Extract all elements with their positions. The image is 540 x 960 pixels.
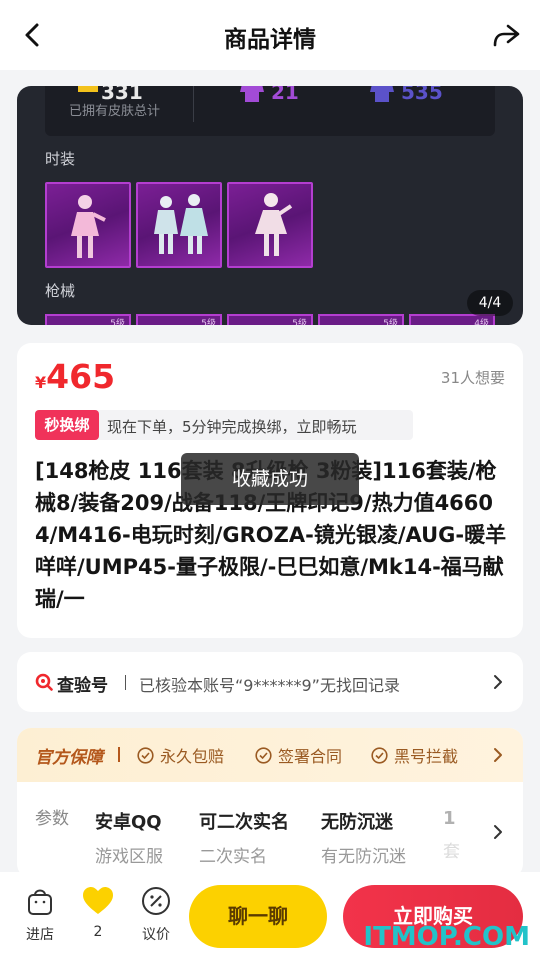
indigo-shirt-icon: [370, 86, 394, 102]
guarantee-divider: [118, 747, 120, 762]
wants-count: 31人想要: [440, 369, 505, 387]
heart-icon: [83, 887, 113, 914]
shop-bag-icon: [28, 889, 52, 915]
params-label: 参数: [35, 809, 69, 829]
account-verify-row[interactable]: 查验号 已核验本账号“9******9”无找回记录: [17, 652, 523, 712]
fast-rebind-notice: 秒换绑 现在下单，5分钟完成换绑，立即畅玩: [35, 410, 413, 440]
bargain-label: 议价: [142, 927, 170, 943]
skin-thumbnail[interactable]: [45, 182, 131, 268]
fast-rebind-text: 现在下单，5分钟完成换绑，立即畅玩: [107, 418, 357, 436]
chevron-right-icon[interactable]: [493, 824, 503, 840]
guarantee-bar[interactable]: 官方保障 永久包赔 签署合同 黑号拦截: [17, 728, 523, 782]
weapon-section-label: 枪械: [45, 282, 76, 300]
param-item: 可二次实名 二次实名: [199, 812, 289, 867]
skin-thumbnail[interactable]: [136, 182, 222, 268]
verify-title: 查验号: [57, 676, 108, 696]
guarantee-card: 官方保障 永久包赔 签署合同 黑号拦截 参数 安卓QQ 游戏区服 可二次实名 二…: [17, 728, 523, 878]
favorite-success-toast: 收藏成功: [181, 453, 359, 505]
purple-shirt-icon: [240, 86, 264, 102]
shop-tab[interactable]: 进店: [15, 886, 65, 944]
check-circle-icon: [255, 747, 272, 764]
character-figure-icon: [71, 195, 106, 258]
bottom-action-bar: 进店 2 议价 聊一聊 立即购买 ITMOP.COM: [0, 872, 540, 960]
check-circle-icon: [371, 747, 388, 764]
favorite-tab[interactable]: 2: [73, 886, 123, 940]
character-figure-icon: [154, 194, 208, 254]
gallery-page-counter: 4/4: [467, 290, 513, 316]
verify-text: 已核验本账号“9******9”无找回记录: [139, 676, 400, 695]
chat-button[interactable]: 聊一聊: [189, 885, 327, 948]
price-currency: ¥: [35, 373, 47, 392]
weapon-thumbnail[interactable]: 5级: [45, 314, 131, 325]
skin-thumbnail[interactable]: [227, 182, 313, 268]
weapon-thumbnail[interactable]: 5级: [318, 314, 404, 325]
percent-circle-icon: [142, 887, 170, 915]
indigo-skin-count: 535: [401, 86, 443, 104]
price: ¥465: [35, 357, 115, 396]
weapon-thumbnail[interactable]: 5级: [227, 314, 313, 325]
param-item: 1 套: [443, 808, 460, 862]
favorite-count: 2: [93, 924, 103, 940]
shop-label: 进店: [26, 927, 54, 943]
guarantee-item: 签署合同: [255, 743, 342, 767]
bargain-tab[interactable]: 议价: [131, 886, 181, 944]
guarantee-title: 官方保障: [35, 748, 103, 768]
skin-stats-box: 331 已拥有皮肤总计 21 535: [45, 86, 495, 136]
chevron-right-icon: [494, 748, 502, 762]
watermark: ITMOP.COM: [363, 922, 530, 952]
total-skin-label: 已拥有皮肤总计: [69, 104, 161, 119]
search-check-icon: [35, 673, 53, 691]
top-nav-bar: 商品详情: [0, 0, 540, 70]
page-title: 商品详情: [224, 27, 316, 53]
fast-rebind-badge: 秒换绑: [35, 410, 99, 440]
share-icon[interactable]: [492, 22, 520, 48]
character-figure-icon: [255, 193, 293, 256]
stats-divider: [193, 86, 194, 122]
verify-divider: [125, 675, 126, 690]
fashion-section-label: 时装: [45, 150, 76, 168]
guarantee-item: 黑号拦截: [371, 743, 458, 767]
chevron-right-icon: [494, 675, 502, 689]
weapon-thumbnail[interactable]: 5级: [136, 314, 222, 325]
param-item: 无防沉迷 有无防沉迷: [321, 812, 406, 867]
guarantee-item: 永久包赔: [137, 743, 224, 767]
param-item: 安卓QQ 游戏区服: [95, 812, 163, 867]
image-gallery[interactable]: 331 已拥有皮肤总计 21 535 时装 枪械 5级 5级 5级 5级 4级 …: [17, 86, 523, 325]
check-circle-icon: [137, 747, 154, 764]
purple-skin-count: 21: [271, 86, 299, 104]
price-value: 465: [46, 357, 116, 396]
